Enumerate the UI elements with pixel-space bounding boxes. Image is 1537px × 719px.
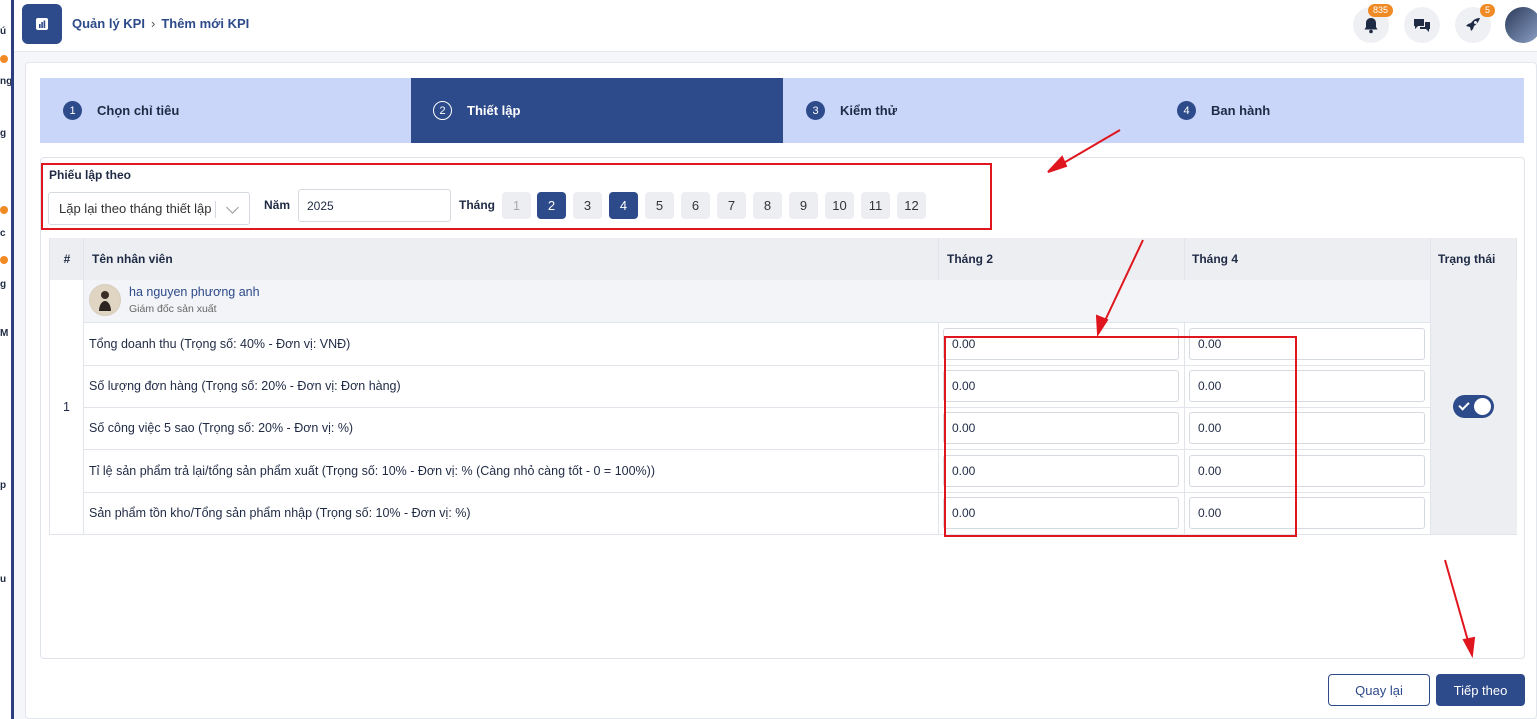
breadcrumb-item[interactable]: Quản lý KPI xyxy=(72,16,145,31)
column-header-month-4: Tháng 4 xyxy=(1185,238,1431,280)
sidebar-fragment[interactable]: p xyxy=(0,480,6,491)
employee-row xyxy=(84,280,1430,322)
user-avatar[interactable] xyxy=(1505,7,1537,43)
sidebar-fragment[interactable]: M xyxy=(0,328,8,339)
sidebar-fragment[interactable]: g xyxy=(0,128,6,139)
next-button[interactable]: Tiếp theo xyxy=(1436,674,1525,706)
step-number: 3 xyxy=(806,101,825,120)
step-setup[interactable]: 2 Thiết lập xyxy=(411,78,783,143)
sidebar-fragment[interactable]: u xyxy=(0,574,6,585)
bell-icon xyxy=(1364,17,1378,33)
annotation-box-filter xyxy=(41,163,992,230)
step-label: Chọn chỉ tiêu xyxy=(97,103,180,118)
row-index: 1 xyxy=(63,400,70,414)
sidebar-fragment[interactable]: ú xyxy=(0,26,6,37)
step-choose-targets[interactable]: 1 Chọn chỉ tiêu xyxy=(40,78,411,143)
table-divider xyxy=(1184,238,1185,280)
column-header-index: # xyxy=(50,238,84,280)
row-divider xyxy=(84,322,1430,323)
messages-button[interactable] xyxy=(1404,7,1440,43)
employee-title: Giám đốc sản xuất xyxy=(129,303,217,315)
column-header-employee: Tên nhân viên xyxy=(84,238,939,280)
wizard-steps: 1 Chọn chỉ tiêu 2 Thiết lập 3 Kiểm thử 4… xyxy=(40,78,1524,143)
kpi-name: Sản phẩm tồn kho/Tổng sản phẩm nhập (Trọ… xyxy=(89,506,471,520)
chart-icon xyxy=(36,18,48,30)
sidebar-fragment[interactable]: c xyxy=(0,228,6,239)
employee-name[interactable]: ha nguyen phương anh xyxy=(129,285,260,299)
chevron-right-icon: › xyxy=(150,16,156,31)
step-number: 1 xyxy=(63,101,82,120)
top-header: Quản lý KPI › Thêm mới KPI 835 5 xyxy=(14,0,1537,52)
app-logo[interactable] xyxy=(22,4,62,44)
kpi-name: Tổng doanh thu (Trọng số: 40% - Đơn vị: … xyxy=(89,337,351,351)
rocket-badge: 5 xyxy=(1479,4,1495,17)
breadcrumb: Quản lý KPI › Thêm mới KPI xyxy=(72,16,249,31)
column-header-status: Trạng thái xyxy=(1431,238,1516,280)
person-icon xyxy=(99,291,111,311)
kpi-name: Số lượng đơn hàng (Trọng số: 20% - Đơn v… xyxy=(89,379,401,393)
column-header-month-2: Tháng 2 xyxy=(939,238,1185,280)
step-number: 2 xyxy=(433,101,452,120)
sidebar-dot xyxy=(0,256,8,264)
notifications-badge: 835 xyxy=(1367,4,1393,17)
sidebar: ú ng g c g M p u xyxy=(0,0,14,719)
step-label: Ban hành xyxy=(1211,103,1271,118)
check-icon xyxy=(1458,399,1470,411)
sidebar-fragment[interactable]: g xyxy=(0,279,6,290)
step-publish[interactable]: 4 Ban hành xyxy=(1154,78,1524,143)
rocket-button[interactable]: 5 xyxy=(1455,4,1495,43)
sidebar-dot xyxy=(0,55,8,63)
chat-icon xyxy=(1414,19,1430,32)
annotation-box-inputs xyxy=(944,336,1297,537)
sidebar-edge xyxy=(11,0,14,719)
sidebar-dot xyxy=(0,206,8,214)
kpi-name: Số công việc 5 sao (Trọng số: 20% - Đơn … xyxy=(89,421,354,435)
step-label: Thiết lập xyxy=(467,103,521,118)
table-divider xyxy=(938,238,939,280)
status-toggle[interactable] xyxy=(1453,395,1494,418)
notifications-button[interactable]: 835 xyxy=(1353,4,1393,43)
kpi-name: Tỉ lệ sản phẩm trả lại/tổng sản phẩm xuấ… xyxy=(89,464,655,478)
step-label: Kiểm thử xyxy=(840,103,898,118)
breadcrumb-item: Thêm mới KPI xyxy=(161,16,250,31)
employee-avatar xyxy=(89,284,121,316)
back-button[interactable]: Quay lại xyxy=(1328,674,1430,706)
step-number: 4 xyxy=(1177,101,1196,120)
rocket-icon xyxy=(1466,18,1480,31)
toggle-knob xyxy=(1474,398,1491,415)
table-divider xyxy=(938,322,939,535)
step-testing[interactable]: 3 Kiểm thử xyxy=(783,78,1154,143)
